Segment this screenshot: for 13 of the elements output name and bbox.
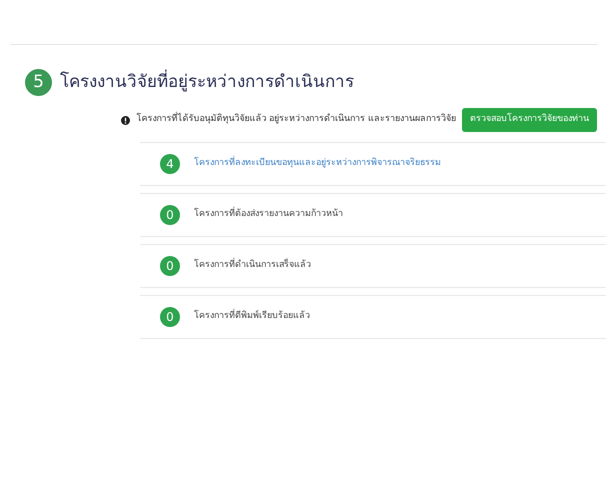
project-link[interactable]: โครงการที่ลงทะเบียนขอทุนและอยู่ระหว่างการพิจารณาจริยธรรม (194, 157, 441, 171)
section-number-badge: 5 (25, 69, 52, 96)
project-label: โครงการที่ดำเนินการเสร็จแล้ว (194, 259, 311, 273)
info-text: โครงการที่ได้รับอนุมัติทุนวิจัยแล้ว อยู่ระหว่างการดำเนินการ และรายงานผลการวิจัย (136, 113, 456, 127)
count-badge: 4 (160, 154, 180, 174)
project-label: โครงการที่ตีพิมพ์เรียบร้อยแล้ว (194, 310, 310, 324)
count-badge: 0 (160, 307, 180, 327)
count-badge: 0 (160, 256, 180, 276)
project-label: โครงการที่ต้องส่งรายงานความก้าวหน้า (194, 208, 343, 222)
count-badge: 0 (160, 205, 180, 225)
info-icon (121, 116, 130, 124)
check-projects-button[interactable]: ตรวจสอบโครงการวิจัยของท่าน (462, 108, 597, 132)
section-title: โครงงานวิจัยที่อยู่ระหว่างการดำเนินการ (60, 70, 354, 94)
